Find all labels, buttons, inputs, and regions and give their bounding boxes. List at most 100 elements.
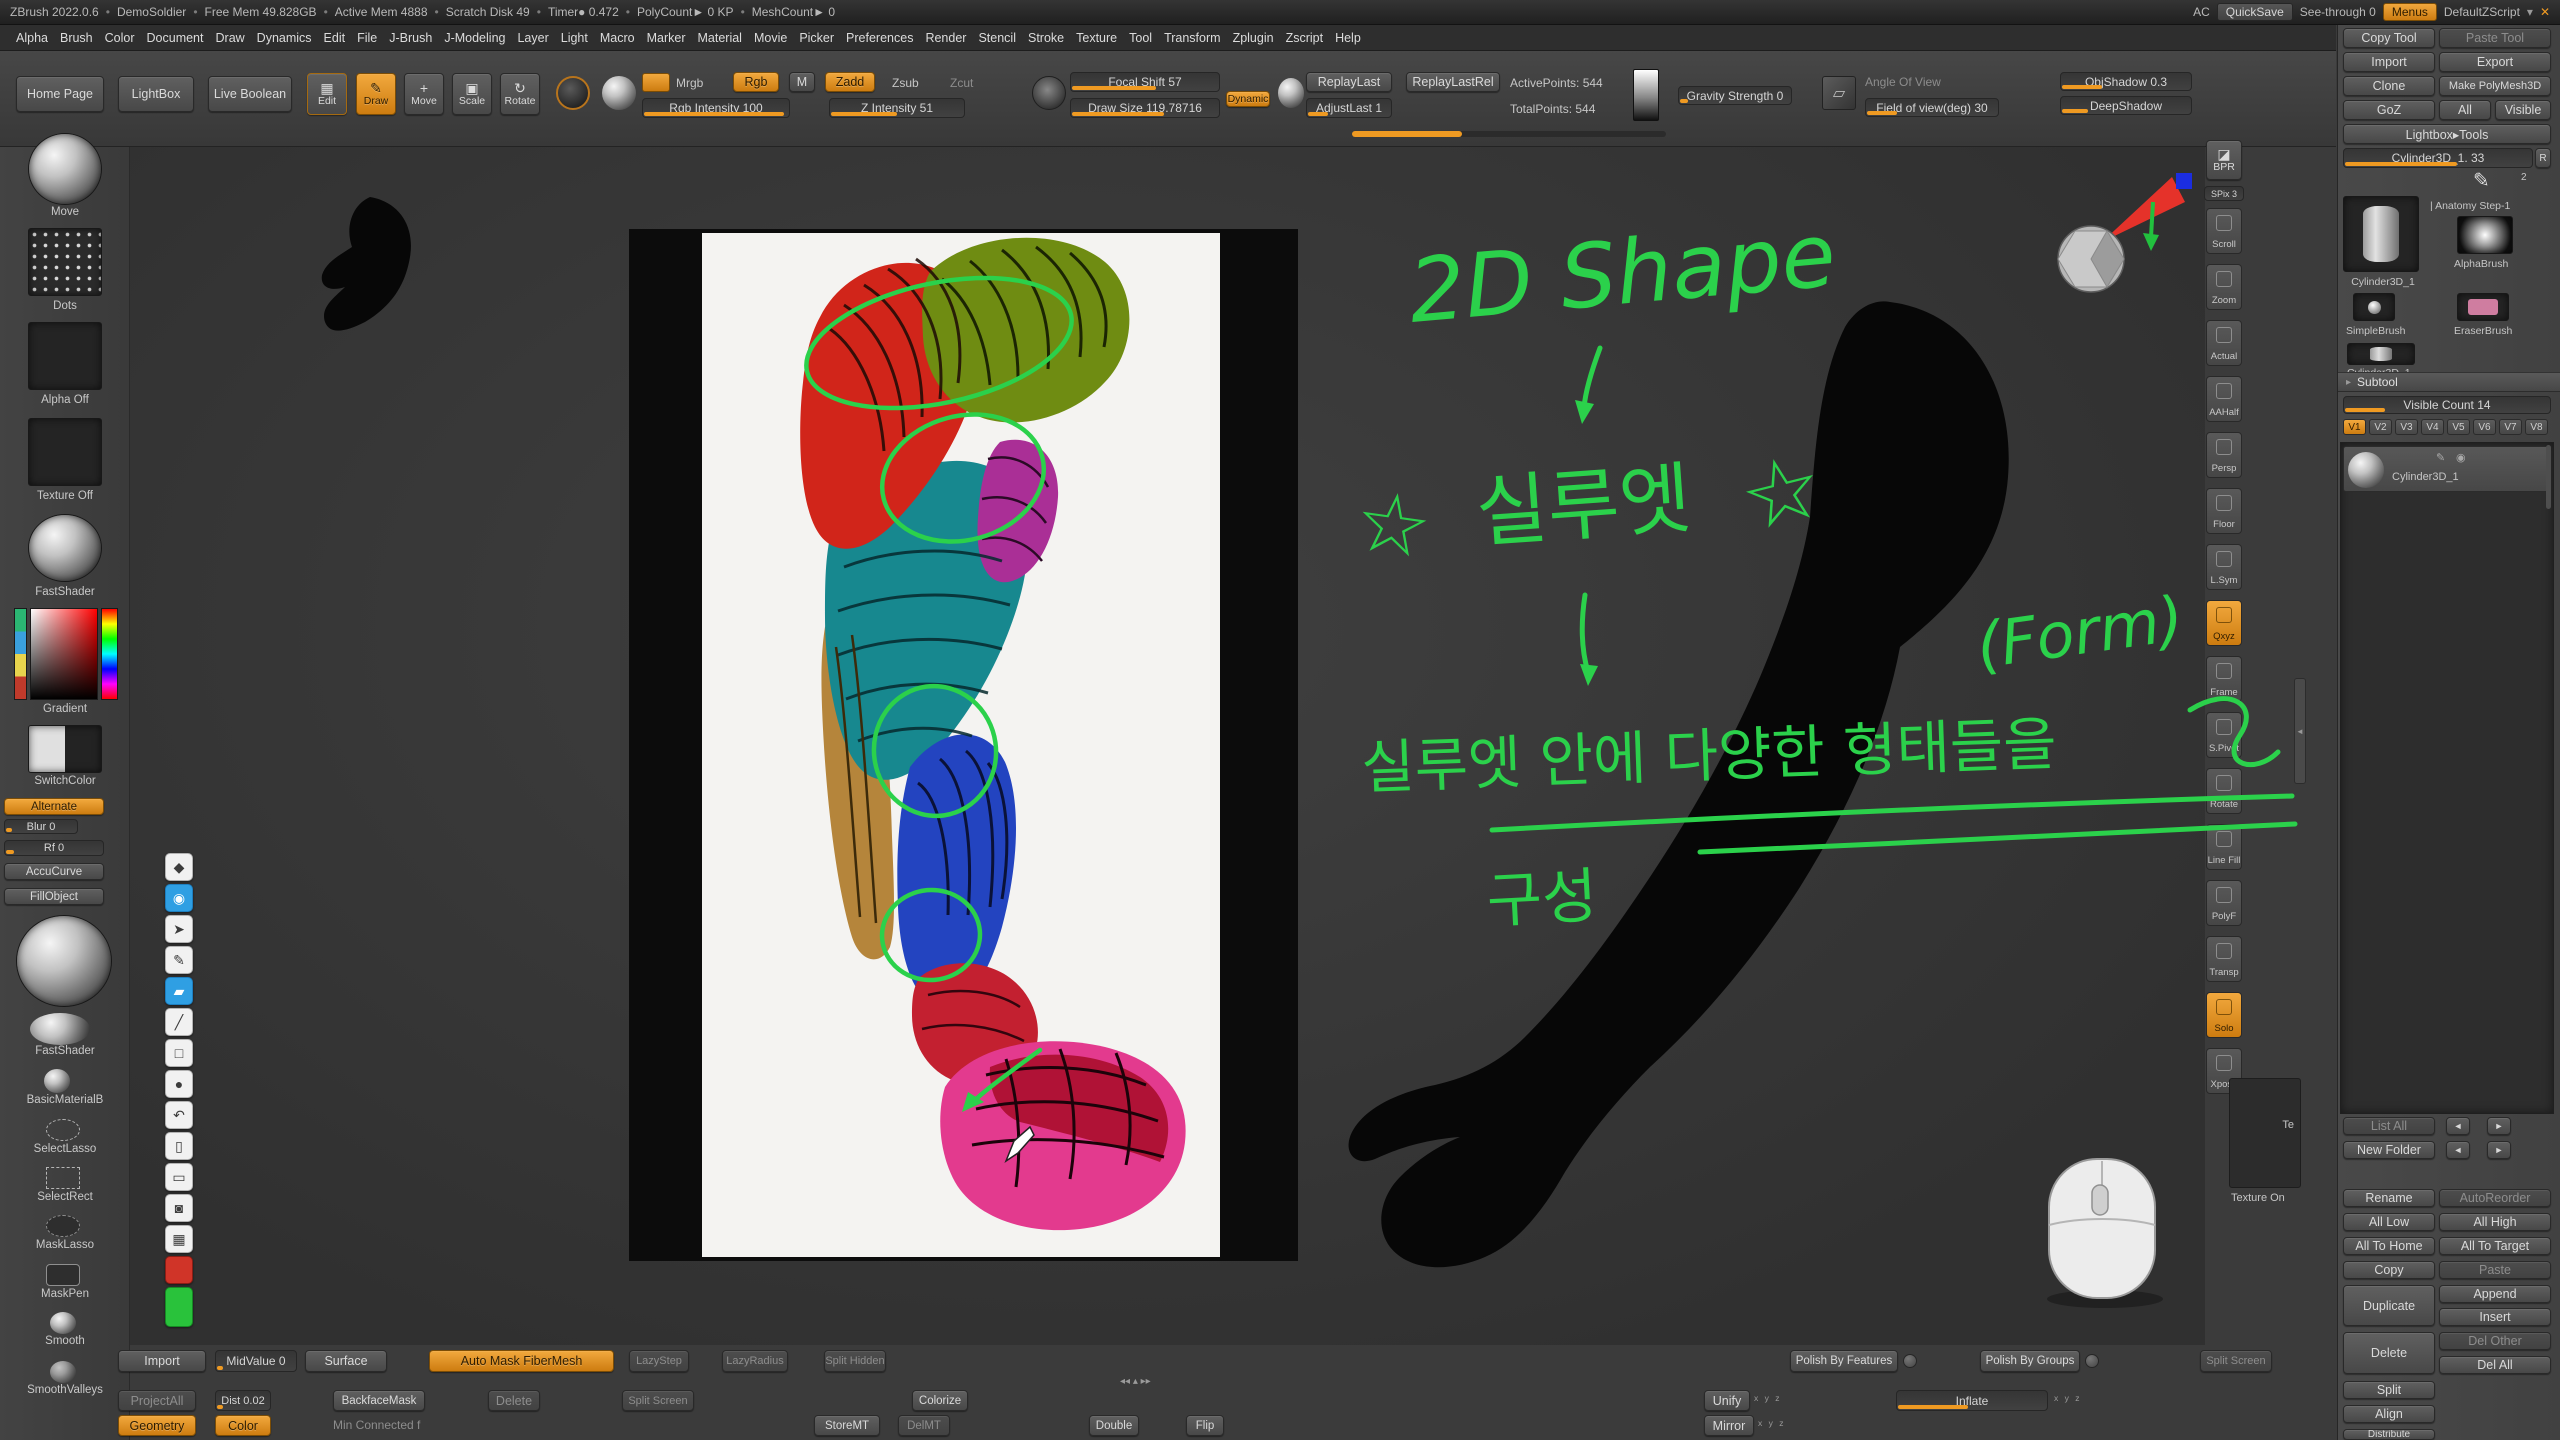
tool-r-button[interactable]: R [2535,148,2551,168]
rgb-intensity-slider[interactable]: Rgb Intensity 100 [642,98,790,118]
maskpen-icon[interactable] [46,1264,80,1286]
menu-layer[interactable]: Layer [511,28,554,48]
lightbox-button[interactable]: LightBox [118,76,194,112]
subtool-paste-button[interactable]: Paste [2439,1261,2551,1279]
pen-icon[interactable]: ✎ [165,946,193,974]
tool-name-slider[interactable]: Cylinder3D_1. 33 [2343,148,2533,168]
all-low-button[interactable]: All Low [2343,1213,2435,1231]
undo-icon[interactable]: ↶ [165,1101,193,1129]
subtool-eye-icon[interactable]: ◉ [2456,451,2466,464]
zoom-button[interactable]: Zoom [2206,264,2242,310]
subtool-tab-v3[interactable]: V3 [2395,419,2418,435]
folder-prev-button[interactable]: ◄ [2446,1141,2470,1159]
menu-jmodeling[interactable]: J-Modeling [438,28,511,48]
menu-file[interactable]: File [351,28,383,48]
persp-button[interactable]: Persp [2206,432,2242,478]
scroll-button[interactable]: Scroll [2206,208,2242,254]
flip-button[interactable]: Flip [1186,1415,1224,1436]
menu-dynamics[interactable]: Dynamics [251,28,318,48]
fastshader-thumb[interactable] [28,514,102,582]
camera-icon[interactable]: ◙ [165,1194,193,1222]
color-button[interactable]: Color [215,1415,271,1436]
lightbox-tools-button[interactable]: Lightbox▸Tools [2343,124,2551,144]
subtool-brush-icon[interactable]: ✎ [2436,451,2445,464]
autoreorder-button[interactable]: AutoReorder [2439,1189,2551,1207]
all-high-button[interactable]: All High [2439,1213,2551,1231]
live-boolean-button[interactable]: Live Boolean [208,76,292,112]
see-through-slider[interactable]: See-through 0 [2300,5,2376,19]
goz-button[interactable]: GoZ [2343,100,2435,120]
all-to-home-button[interactable]: All To Home [2343,1237,2435,1255]
colorize-button[interactable]: Colorize [912,1390,968,1411]
append-button[interactable]: Append [2439,1285,2551,1303]
eraserbrush-thumb[interactable] [2457,293,2509,321]
smoothvalleys-icon[interactable] [50,1361,76,1383]
menu-render[interactable]: Render [919,28,972,48]
menu-zscript[interactable]: Zscript [1280,28,1330,48]
blur-slider[interactable]: Blur 0 [4,819,78,834]
lazyradius-button[interactable]: LazyRadius [722,1350,788,1372]
material-nav-sphere[interactable] [602,76,636,110]
canvas-scroll-nav[interactable]: ◂◂ ▴ ▸▸ [1120,1376,1151,1387]
menus-button[interactable]: Menus [2383,3,2437,21]
menu-jbrush[interactable]: J-Brush [383,28,438,48]
del-all-button[interactable]: Del All [2439,1356,2551,1374]
insert-button[interactable]: Insert [2439,1308,2551,1326]
menu-transform[interactable]: Transform [1158,28,1227,48]
menu-help[interactable]: Help [1329,28,1367,48]
quicksave-button[interactable]: QuickSave [2217,3,2293,21]
auto-mask-fibermesh-button[interactable]: Auto Mask FiberMesh [429,1350,614,1372]
default-zscript[interactable]: DefaultZScript [2444,5,2520,19]
trash-icon[interactable]: ▯ [165,1132,193,1160]
menu-material[interactable]: Material [692,28,748,48]
shape-icon[interactable]: □ [165,1039,193,1067]
texture-on-label[interactable]: Texture On [2231,1192,2285,1204]
focal-preview[interactable] [1032,76,1066,110]
edit-button[interactable]: ▦Edit [307,73,347,115]
goz-visible-button[interactable]: Visible [2495,100,2551,120]
split-button[interactable]: Split [2343,1381,2435,1399]
rgb-button[interactable]: Rgb [733,72,779,92]
polish-features-toggle[interactable] [1903,1354,1917,1368]
visible-count-slider[interactable]: Visible Count 14 [2343,396,2551,414]
backfacemask-button[interactable]: BackfaceMask [333,1390,425,1411]
move-stroke-thumb[interactable] [28,133,102,205]
menu-preferences[interactable]: Preferences [840,28,919,48]
dynamic-button[interactable]: Dynamic [1226,91,1270,107]
subtool-scrollbar[interactable] [2546,445,2551,509]
menu-picker[interactable]: Picker [793,28,840,48]
color-swatch-column[interactable] [14,608,27,700]
adjust-last-slider[interactable]: AdjustLast 1 [1306,98,1392,118]
inflate-slider[interactable]: Inflate [1896,1390,2048,1411]
m-button[interactable]: M [789,72,815,92]
delmt-button[interactable]: DelMT [898,1415,950,1436]
rotate-button[interactable]: ↻Rotate [500,73,540,115]
alpha-off-thumb[interactable] [28,322,102,390]
replay-preview[interactable] [1278,78,1304,108]
subtool-tab-v8[interactable]: V8 [2525,419,2548,435]
texture-off-thumb[interactable] [28,418,102,486]
split-screen-button[interactable]: Split Screen [2200,1350,2272,1372]
unify-xyz[interactable]: x y z [1754,1393,1781,1403]
lazystep-button[interactable]: LazyStep [629,1350,689,1372]
bottom-delete-button[interactable]: Delete [488,1390,540,1411]
midvalue-slider[interactable]: MidValue 0 [215,1350,297,1372]
window-menu-icon[interactable]: ▾ [2527,5,2533,19]
window-close-icon[interactable]: ✕ [2540,5,2550,19]
menu-texture[interactable]: Texture [1070,28,1123,48]
polish-groups-toggle[interactable] [2085,1354,2099,1368]
delete-button[interactable]: Delete [2343,1332,2435,1374]
double-button[interactable]: Double [1089,1415,1139,1436]
subtool-header[interactable]: ▸Subtool [2338,372,2560,392]
dist-slider[interactable]: Dist 0.02 [215,1390,271,1411]
zcut-button[interactable]: Zcut [950,76,973,90]
new-folder-button[interactable]: New Folder [2343,1141,2435,1159]
color-green-swatch[interactable] [165,1287,193,1327]
subtool-tab-v2[interactable]: V2 [2369,419,2392,435]
mrgb-label[interactable]: Mrgb [676,76,703,90]
replay-last-rel-button[interactable]: ReplayLastRel [1406,72,1500,92]
align-button[interactable]: Align [2343,1405,2435,1423]
menu-marker[interactable]: Marker [641,28,692,48]
selectlasso-icon[interactable] [46,1119,80,1141]
menu-tool[interactable]: Tool [1123,28,1158,48]
